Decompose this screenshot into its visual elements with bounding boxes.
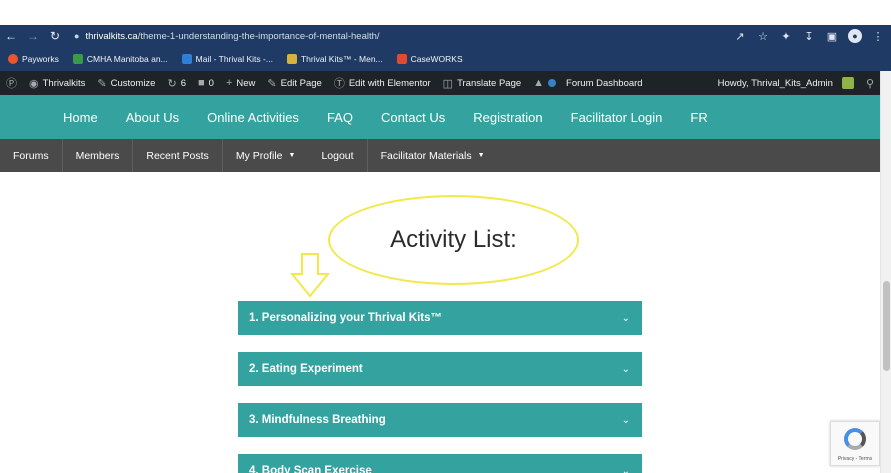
reload-icon[interactable]: ↻ — [44, 25, 66, 47]
nav-online-activities[interactable]: Online Activities — [207, 110, 299, 125]
brush-icon: ✎ — [97, 77, 107, 90]
browser-toolbar: ← → ↻ ● thrivalkits.ca/theme-1-understan… — [0, 25, 891, 47]
page-scrollbar[interactable] — [880, 71, 891, 473]
dashboard-icon: ◉ — [29, 77, 39, 90]
plus-icon: + — [225, 77, 233, 89]
caret-down-icon: ▼ — [288, 152, 296, 159]
address-bar[interactable]: thrivalkits.ca/theme-1-understanding-the… — [85, 31, 379, 42]
bookmark-thrival-kits[interactable]: Thrival Kits™ - Men... — [286, 54, 383, 64]
star-icon[interactable]: ☆ — [756, 29, 770, 43]
back-icon[interactable]: ← — [0, 25, 22, 47]
admin-forum[interactable]: ▲ Forum Dashboard — [527, 71, 648, 95]
nav-contact-us[interactable]: Contact Us — [381, 110, 445, 125]
accordion-item-2[interactable]: 2. Eating Experiment ⌄ — [238, 352, 642, 386]
url-host: thrivalkits.ca — [85, 30, 138, 42]
subnav-logout[interactable]: Logout — [308, 139, 368, 172]
scrollbar-thumb[interactable] — [883, 281, 890, 371]
admin-translate[interactable]: ◫ Translate Page — [437, 71, 527, 95]
recaptcha-logo-icon — [844, 428, 866, 450]
recaptcha-links[interactable]: Privacy - Terms — [838, 456, 872, 462]
forward-icon[interactable]: → — [22, 25, 44, 47]
admin-customize[interactable]: ✎ Customize — [91, 71, 161, 95]
subnav-recent-posts[interactable]: Recent Posts — [133, 139, 223, 172]
chevron-down-icon: ⌄ — [621, 363, 630, 375]
subnav-facilitator-materials[interactable]: Facilitator Materials ▼ — [368, 139, 498, 172]
subnav-members[interactable]: Members — [63, 139, 134, 172]
download-icon[interactable]: ↧ — [802, 29, 816, 43]
accordion-item-4[interactable]: 4. Body Scan Exercise ⌄ — [238, 454, 642, 473]
down-arrow-icon — [290, 253, 330, 298]
page-title: Activity List: — [390, 226, 517, 253]
subnav-my-profile[interactable]: My Profile ▼ — [223, 139, 309, 172]
sidepanel-icon[interactable]: ▣ — [825, 29, 839, 43]
admin-site-name[interactable]: ◉ Thrivalkits — [23, 71, 91, 95]
bookmarks-bar: Payworks CMHA Manitoba an... Mail - Thri… — [0, 47, 891, 71]
menu-icon[interactable]: ⋮ — [871, 29, 885, 43]
admin-comments[interactable]: ■ 0 — [192, 71, 220, 95]
bookmark-favicon-icon — [181, 54, 192, 64]
nav-language-fr[interactable]: FR — [690, 110, 707, 125]
nav-home[interactable]: Home — [63, 110, 98, 125]
bookmark-mail[interactable]: Mail - Thrival Kits -... — [181, 54, 273, 64]
accordion-title: 1. Personalizing your Thrival Kits™ — [249, 312, 442, 324]
chevron-down-icon: ⌄ — [621, 414, 630, 426]
wordpress-logo-icon[interactable]: Ⓟ — [0, 71, 23, 95]
pencil-icon: ✎ — [267, 77, 277, 90]
nav-about-us[interactable]: About Us — [126, 110, 179, 125]
accordion-item-1[interactable]: 1. Personalizing your Thrival Kits™ ⌄ — [238, 301, 642, 335]
primary-nav: Home About Us Online Activities FAQ Cont… — [0, 95, 880, 139]
yoast-icon: ▲ — [533, 77, 545, 89]
bookmark-cmha[interactable]: CMHA Manitoba an... — [72, 54, 168, 64]
accordion-title: 4. Body Scan Exercise — [249, 465, 372, 473]
nav-facilitator-login[interactable]: Facilitator Login — [571, 110, 663, 125]
bookmark-caseworks[interactable]: CaseWORKS — [396, 54, 463, 64]
recaptcha-badge[interactable]: Privacy - Terms — [830, 421, 880, 466]
updates-icon: ↻ — [167, 77, 177, 90]
heading-highlight: Activity List: — [328, 195, 579, 285]
secondary-nav: Forums Members Recent Posts My Profile ▼ … — [0, 139, 880, 172]
accordion-item-3[interactable]: 3. Mindfulness Breathing ⌄ — [238, 403, 642, 437]
admin-new[interactable]: + New — [220, 71, 261, 95]
share-icon[interactable]: ↗ — [733, 29, 747, 43]
subnav-forums[interactable]: Forums — [0, 139, 63, 172]
chevron-down-icon: ⌄ — [621, 312, 630, 324]
wp-admin-bar: Ⓟ ◉ Thrivalkits ✎ Customize ↻ 6 ■ 0 + New ✎ Ed… — [0, 71, 880, 95]
admin-edit-page[interactable]: ✎ Edit Page — [261, 71, 327, 95]
extensions-icon[interactable]: ✦ — [779, 29, 793, 43]
status-dot-icon — [548, 79, 557, 87]
elementor-icon: Ⓣ — [333, 78, 345, 90]
url-path: /theme-1-understanding-the-importance-of… — [137, 30, 380, 42]
nav-faq[interactable]: FAQ — [327, 110, 353, 125]
accordion-title: 2. Eating Experiment — [249, 363, 363, 375]
admin-howdy[interactable]: Howdy, Thrival_Kits_Admin — [712, 71, 860, 95]
avatar — [841, 77, 854, 89]
admin-search-icon[interactable]: ⚲ — [860, 71, 880, 95]
bookmark-favicon-icon — [72, 54, 83, 64]
accordion-title: 3. Mindfulness Breathing — [249, 414, 386, 426]
bookmark-favicon-icon — [8, 54, 18, 64]
nav-registration[interactable]: Registration — [473, 110, 542, 125]
caret-down-icon: ▼ — [477, 152, 485, 159]
bookmark-favicon-icon — [396, 54, 407, 64]
comment-icon: ■ — [197, 77, 205, 89]
bookmark-payworks[interactable]: Payworks — [8, 54, 59, 64]
admin-edit-elementor[interactable]: Ⓣ Edit with Elementor — [328, 71, 437, 95]
translate-icon: ◫ — [442, 77, 454, 90]
bookmark-favicon-icon — [286, 54, 297, 64]
lock-icon[interactable]: ● — [74, 31, 79, 41]
chevron-down-icon: ⌄ — [621, 465, 630, 473]
admin-updates[interactable]: ↻ 6 — [161, 71, 192, 95]
browser-top-strip — [0, 0, 891, 25]
profile-icon[interactable]: ● — [848, 29, 862, 43]
